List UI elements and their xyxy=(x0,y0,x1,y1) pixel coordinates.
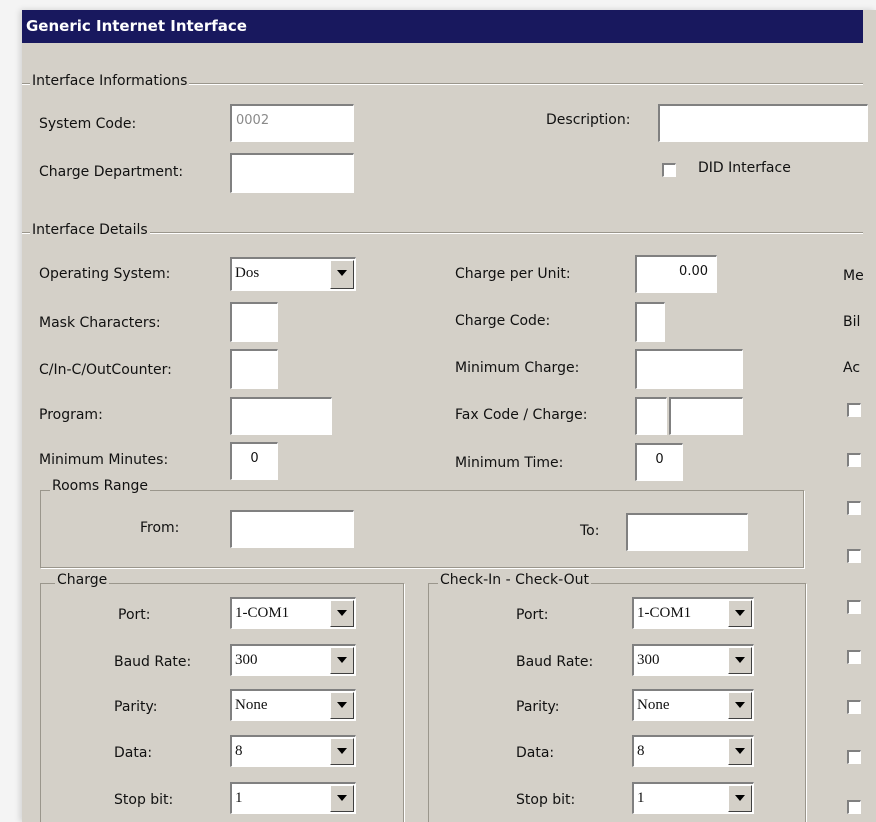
charge-department-label: Charge Department: xyxy=(39,164,184,180)
charge-per-unit-input[interactable]: 0.00 xyxy=(635,255,717,293)
chevron-down-icon[interactable] xyxy=(330,785,354,812)
charge-data-value: 8 xyxy=(235,743,243,759)
checkin-data-label: Data: xyxy=(516,745,555,761)
room-to-input[interactable] xyxy=(626,513,748,551)
checkin-checkout-legend: Check-In - Check-Out xyxy=(438,572,591,588)
description-label: Description: xyxy=(546,112,631,128)
charge-port-value: 1-COM1 xyxy=(235,605,290,621)
option-checkbox-7[interactable] xyxy=(847,700,861,714)
chevron-down-icon[interactable] xyxy=(330,260,354,289)
option-checkbox-5[interactable] xyxy=(847,600,861,614)
operating-system-value: Dos xyxy=(235,265,260,281)
operating-system-select[interactable]: Dos xyxy=(230,257,356,291)
system-code-label: System Code: xyxy=(39,116,137,132)
did-interface-checkbox[interactable] xyxy=(662,163,676,177)
chevron-down-icon[interactable] xyxy=(728,647,752,674)
charge-baud-select[interactable]: 300 xyxy=(230,644,356,676)
option-checkbox-3[interactable] xyxy=(847,501,861,515)
checkin-data-select[interactable]: 8 xyxy=(632,735,754,767)
charge-code-input[interactable] xyxy=(635,302,665,342)
mask-characters-label: Mask Characters: xyxy=(39,315,161,331)
option-checkbox-6[interactable] xyxy=(847,650,861,664)
chevron-down-icon[interactable] xyxy=(728,738,752,765)
cut-label-bil: Bil xyxy=(843,314,861,330)
program-label: Program: xyxy=(39,407,103,423)
room-from-input[interactable] xyxy=(230,510,354,548)
charge-baud-value: 300 xyxy=(235,652,258,668)
system-code-input[interactable]: 0002 xyxy=(230,104,354,142)
charge-stop-select[interactable]: 1 xyxy=(230,782,356,814)
option-checkbox-4[interactable] xyxy=(847,549,861,563)
option-checkbox-2[interactable] xyxy=(847,453,861,467)
chevron-down-icon[interactable] xyxy=(330,600,354,627)
chevron-down-icon[interactable] xyxy=(728,692,752,719)
option-checkbox-8[interactable] xyxy=(847,750,861,764)
interface-window: Generic Internet Interface Interface Inf… xyxy=(22,10,876,822)
charge-parity-select[interactable]: None xyxy=(230,689,356,721)
charge-data-label: Data: xyxy=(114,745,153,761)
to-label: To: xyxy=(580,523,600,539)
minimum-charge-label: Minimum Charge: xyxy=(455,360,580,376)
fax-code-label: Fax Code / Charge: xyxy=(455,407,588,423)
option-checkbox-1[interactable] xyxy=(847,403,861,417)
minimum-time-label: Minimum Time: xyxy=(455,455,564,471)
checkin-stop-select[interactable]: 1 xyxy=(632,782,754,814)
chevron-down-icon[interactable] xyxy=(728,785,752,812)
rooms-range-legend: Rooms Range xyxy=(50,478,150,494)
checkin-stop-label: Stop bit: xyxy=(516,792,576,808)
counter-label: C/In-C/OutCounter: xyxy=(39,362,172,378)
charge-stop-label: Stop bit: xyxy=(114,792,174,808)
chevron-down-icon[interactable] xyxy=(728,600,752,627)
checkin-baud-select[interactable]: 300 xyxy=(632,644,754,676)
checkin-port-label: Port: xyxy=(516,607,549,623)
checkin-port-value: 1-COM1 xyxy=(637,605,692,621)
charge-data-select[interactable]: 8 xyxy=(230,735,356,767)
checkin-stop-value: 1 xyxy=(637,790,645,806)
charge-baud-label: Baud Rate: xyxy=(114,654,192,670)
charge-parity-value: None xyxy=(235,697,268,713)
cut-label-me: Me xyxy=(843,268,864,284)
charge-legend: Charge xyxy=(55,572,110,588)
minimum-charge-input[interactable] xyxy=(635,349,743,389)
did-interface-label: DID Interface xyxy=(698,160,791,176)
program-input[interactable] xyxy=(230,397,332,435)
fax-code-input[interactable] xyxy=(635,397,667,435)
charge-port-label: Port: xyxy=(118,607,151,623)
charge-parity-label: Parity: xyxy=(114,699,158,715)
option-checkbox-9[interactable] xyxy=(847,800,861,814)
fax-charge-input[interactable] xyxy=(669,397,743,435)
window-title: Generic Internet Interface xyxy=(22,10,863,43)
cut-label-ac: Ac xyxy=(843,360,861,376)
charge-per-unit-label: Charge per Unit: xyxy=(455,266,571,282)
checkin-parity-value: None xyxy=(637,697,670,713)
checkin-parity-select[interactable]: None xyxy=(632,689,754,721)
description-input[interactable] xyxy=(658,104,868,142)
checkin-baud-label: Baud Rate: xyxy=(516,654,594,670)
from-label: From: xyxy=(140,520,180,536)
charge-department-input[interactable] xyxy=(230,153,354,193)
charge-port-select[interactable]: 1-COM1 xyxy=(230,597,356,629)
operating-system-label: Operating System: xyxy=(39,266,171,282)
chevron-down-icon[interactable] xyxy=(330,738,354,765)
minimum-minutes-label: Minimum Minutes: xyxy=(39,452,169,468)
charge-code-label: Charge Code: xyxy=(455,313,551,329)
minimum-minutes-input[interactable]: 0 xyxy=(230,442,278,480)
checkin-baud-value: 300 xyxy=(637,652,660,668)
checkin-data-value: 8 xyxy=(637,743,645,759)
chevron-down-icon[interactable] xyxy=(330,692,354,719)
checkin-parity-label: Parity: xyxy=(516,699,560,715)
checkin-port-select[interactable]: 1-COM1 xyxy=(632,597,754,629)
counter-input[interactable] xyxy=(230,349,278,389)
info-legend: Interface Informations xyxy=(30,73,190,89)
charge-stop-value: 1 xyxy=(235,790,243,806)
chevron-down-icon[interactable] xyxy=(330,647,354,674)
mask-characters-input[interactable] xyxy=(230,302,278,342)
details-legend: Interface Details xyxy=(30,222,150,238)
minimum-time-input[interactable]: 0 xyxy=(635,443,683,481)
